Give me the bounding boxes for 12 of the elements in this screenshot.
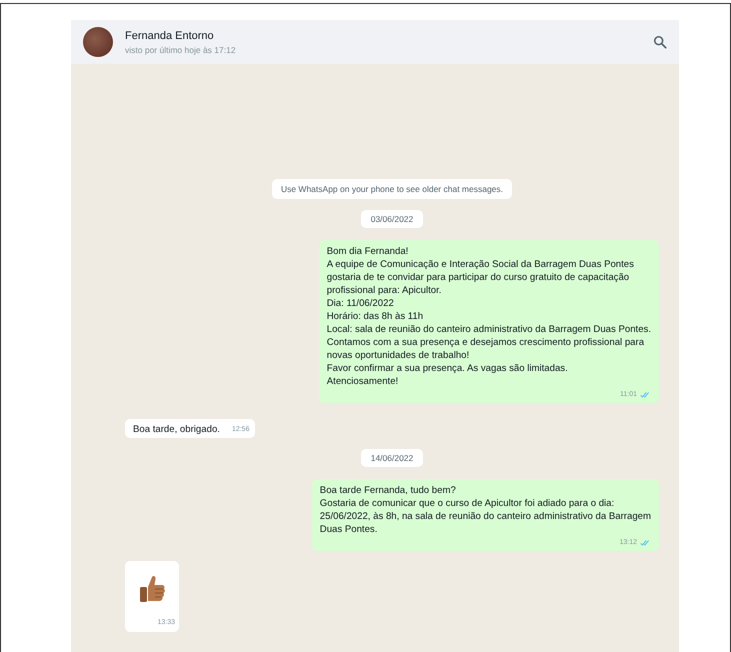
date-separator: 03/06/2022 (360, 210, 424, 228)
older-messages-notice: Use WhatsApp on your phone to see older chat messages. (272, 179, 512, 199)
double-check-icon (640, 390, 651, 398)
message-text: Bom dia Fernanda! A equipe de Comunicação e Interação Social da Barragem Duas Pontes gostaria de te convidar para participar do curso gratuito de capacitação profissional para: Apicultor. Dia: 11/06/2022 Horário: das 8h às 11h Local: sala de reunião do canteiro administrativo da Barragem Duas Pontes. Contamos com a sua presença e desejamos crescimento profissional para novas oportunidades de trabalho! Favor confirmar a sua presença. As vagas são limitadas. Atenciosamente! (326, 245, 651, 388)
contact-name: Fernanda Entorno (125, 30, 215, 42)
message-text: Boa tarde, obrigado. (133, 423, 220, 436)
message-text: Boa tarde Fernanda, tudo bem? Gostaria de comunicar que o curso de Apicultor foi adiado para o dia: 25/06/2022, às 8h, na sala de reunião do canteiro administrativo da Barragem Duas Pontes. (320, 484, 651, 536)
double-check-icon (640, 538, 651, 546)
avatar-photo-placeholder[interactable] (83, 27, 113, 57)
date-separator: 14/06/2022 (360, 449, 424, 467)
last-seen-status: visto por último hoje às 17:12 (125, 44, 237, 54)
search-icon[interactable] (653, 35, 667, 49)
